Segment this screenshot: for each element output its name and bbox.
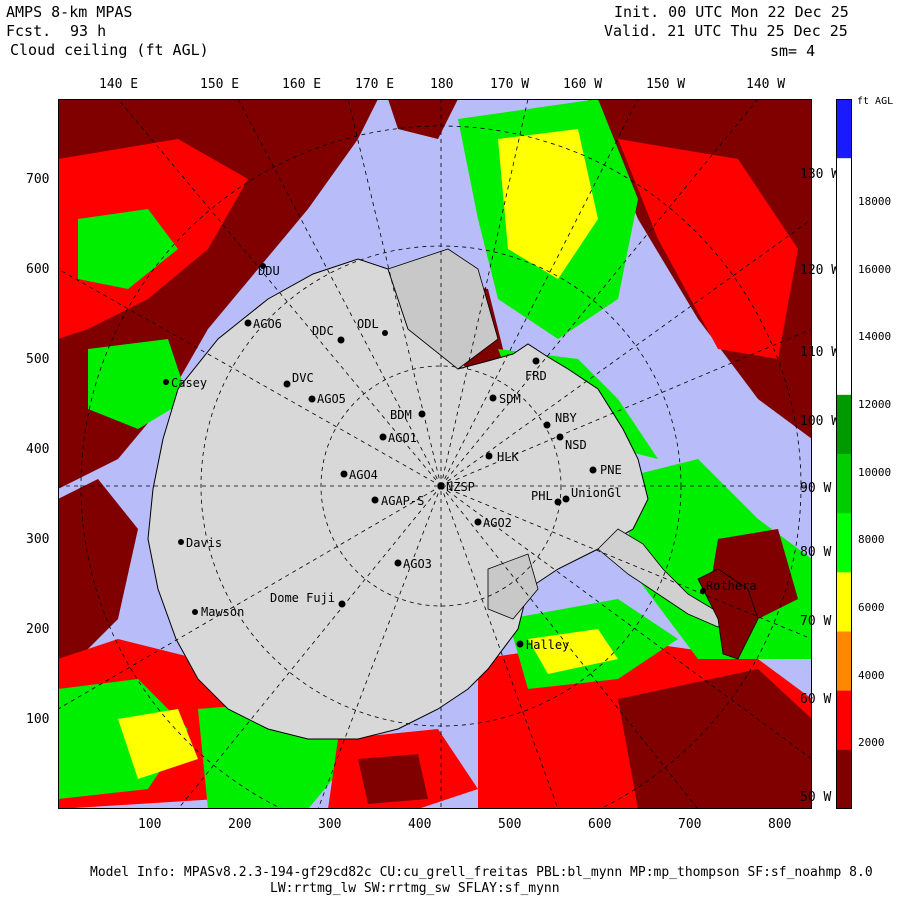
colorbar-swatch bbox=[836, 454, 852, 514]
station-label: DDC bbox=[312, 324, 334, 338]
station-label: BDM bbox=[390, 408, 412, 422]
station-label: ODL bbox=[357, 317, 379, 331]
cloud-ceiling-map: DDU AGO6 DDC ODL Casey DVC AGO5 BDM SDM … bbox=[58, 99, 812, 809]
colorbar-swatch bbox=[836, 631, 852, 692]
station-label: AGAP-S bbox=[381, 494, 424, 508]
top-lon-label: 180 bbox=[430, 77, 454, 92]
top-lon-label: 150 E bbox=[200, 77, 240, 92]
forecast-hours: 93 h bbox=[70, 22, 107, 40]
colorbar-tick-label: 2000 bbox=[858, 736, 885, 749]
station-label: DDU bbox=[258, 264, 280, 278]
colorbar-swatch bbox=[836, 99, 852, 159]
right-lon-label: 90 W bbox=[800, 481, 832, 496]
station-label: FRD bbox=[525, 369, 547, 383]
colorbar-swatch bbox=[836, 217, 852, 277]
top-lon-label: 160 W bbox=[563, 77, 603, 92]
station-label: AGO2 bbox=[483, 516, 512, 530]
colorbar-tick-label: 8000 bbox=[858, 533, 885, 546]
right-lon-label: 50 W bbox=[800, 790, 832, 805]
colorbar-swatch bbox=[836, 158, 852, 218]
right-lon-label: 60 W bbox=[800, 692, 832, 707]
station-label: PNE bbox=[600, 463, 622, 477]
station-label: NBY bbox=[555, 411, 577, 425]
station-label: PHL bbox=[531, 489, 553, 503]
y-tick-label: 100 bbox=[26, 712, 50, 727]
right-lon-label: 100 W bbox=[800, 414, 840, 429]
colorbar-swatch bbox=[836, 690, 852, 751]
init-time: Init. 00 UTC Mon 22 Dec 25 bbox=[614, 3, 849, 21]
station-label: AGO6 bbox=[253, 317, 282, 331]
x-tick-label: 800 bbox=[768, 817, 792, 832]
station-label: Rothera bbox=[706, 579, 757, 593]
y-tick-label: 200 bbox=[26, 622, 50, 637]
station-label: NZSP bbox=[446, 480, 475, 494]
valid-time: Valid. 21 UTC Thu 25 Dec 25 bbox=[604, 22, 848, 40]
station-label: Davis bbox=[186, 536, 222, 550]
top-lon-label: 160 E bbox=[282, 77, 322, 92]
top-lon-label: 170 E bbox=[355, 77, 395, 92]
forecast-label: Fcst. bbox=[6, 22, 52, 40]
top-lon-label: 140 E bbox=[99, 77, 139, 92]
top-lon-label: 170 W bbox=[490, 77, 530, 92]
x-tick-label: 300 bbox=[318, 817, 342, 832]
station-label: Mawson bbox=[201, 605, 244, 619]
station-label: AGO1 bbox=[388, 431, 417, 445]
station-label: AGO3 bbox=[403, 557, 432, 571]
station-ddu: DDU bbox=[258, 263, 280, 278]
y-tick-label: 600 bbox=[26, 262, 50, 277]
top-lon-label: 140 W bbox=[746, 77, 786, 92]
colorbar-tick-label: 10000 bbox=[858, 466, 892, 479]
station-label: NSD bbox=[565, 438, 587, 452]
smoothing-label: sm= 4 bbox=[770, 42, 816, 60]
x-tick-label: 200 bbox=[228, 817, 252, 832]
station-label: Halley bbox=[526, 638, 569, 652]
colorbar-tick-label: 4000 bbox=[858, 669, 885, 682]
station-label: SDM bbox=[499, 392, 521, 406]
model-title: AMPS 8-km MPAS bbox=[6, 3, 133, 21]
station-label: AGO4 bbox=[349, 468, 378, 482]
station-label: Dome Fuji bbox=[270, 591, 335, 605]
colorbar-unit: ft AGL bbox=[857, 96, 894, 107]
colorbar-tick-label: 14000 bbox=[858, 330, 892, 343]
x-tick-label: 400 bbox=[408, 817, 432, 832]
colorbar-tick-label: 16000 bbox=[858, 263, 892, 276]
field-title: Cloud ceiling (ft AGL) bbox=[10, 41, 209, 59]
colorbar-swatch bbox=[836, 572, 852, 632]
y-tick-label: 400 bbox=[26, 442, 50, 457]
colorbar-swatch bbox=[836, 335, 852, 396]
colorbar-tick-label: 12000 bbox=[858, 398, 892, 411]
colorbar-tick-label: 18000 bbox=[858, 195, 892, 208]
y-tick-label: 300 bbox=[26, 532, 50, 547]
station-rothera: Rothera bbox=[700, 579, 757, 594]
colorbar-swatch bbox=[836, 394, 852, 455]
y-tick-label: 500 bbox=[26, 352, 50, 367]
x-tick-label: 500 bbox=[498, 817, 522, 832]
station-label: HLK bbox=[497, 450, 519, 464]
right-lon-label: 70 W bbox=[800, 614, 832, 629]
colorbar-swatch bbox=[836, 276, 852, 337]
top-lon-label: 150 W bbox=[646, 77, 686, 92]
colorbar-swatch bbox=[836, 749, 852, 809]
x-tick-label: 100 bbox=[138, 817, 162, 832]
x-tick-label: 700 bbox=[678, 817, 702, 832]
station-label: DVC bbox=[292, 371, 314, 385]
colorbar-swatch bbox=[836, 513, 852, 573]
station-label: Casey bbox=[171, 376, 207, 390]
model-info-line1: Model Info: MPASv8.2.3-194-gf29cd82c CU:… bbox=[90, 865, 873, 880]
model-info-line2: LW:rrtmg_lw SW:rrtmg_sw SFLAY:sf_mynn bbox=[270, 881, 560, 896]
x-tick-label: 600 bbox=[588, 817, 612, 832]
colorbar-tick-label: 6000 bbox=[858, 601, 885, 614]
right-lon-label: 120 W bbox=[800, 263, 840, 278]
right-lon-label: 130 W bbox=[800, 167, 840, 182]
colorbar bbox=[836, 99, 852, 809]
right-lon-label: 110 W bbox=[800, 345, 840, 360]
station-label: UnionGl bbox=[571, 486, 622, 500]
y-tick-label: 700 bbox=[26, 172, 50, 187]
station-label: AGO5 bbox=[317, 392, 346, 406]
right-lon-label: 80 W bbox=[800, 545, 832, 560]
